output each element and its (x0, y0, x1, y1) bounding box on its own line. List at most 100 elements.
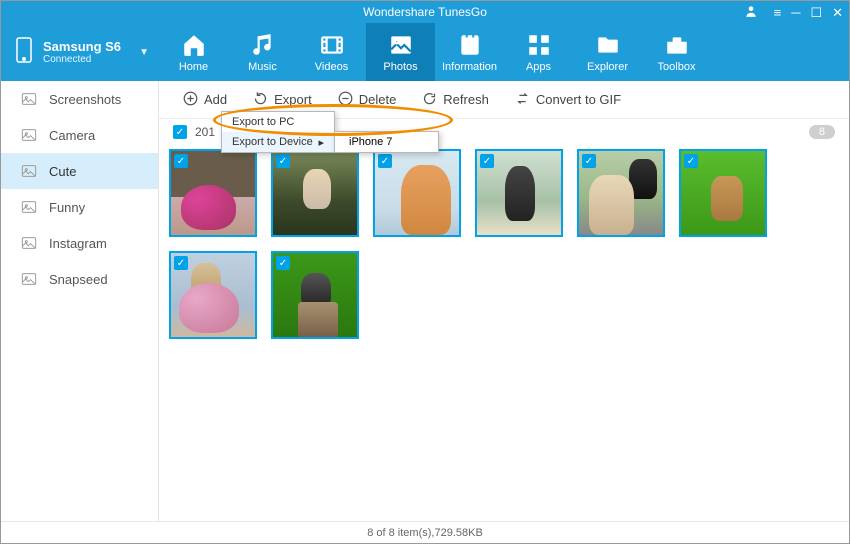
sidebar-item-label: Screenshots (49, 92, 121, 107)
export-target-iphone7[interactable]: iPhone 7 (335, 132, 438, 152)
close-button[interactable]: ✕ (832, 6, 843, 19)
maximize-button[interactable]: ☐ (810, 6, 822, 19)
export-device-label: Export to Device (232, 136, 313, 148)
nav-label: Toolbox (658, 61, 696, 73)
album-icon (21, 272, 37, 286)
sidebar-item-instagram[interactable]: Instagram (1, 225, 158, 261)
nav-apps[interactable]: Apps (504, 23, 573, 81)
export-to-pc-item[interactable]: Export to PC (222, 112, 334, 132)
minus-icon (338, 91, 353, 109)
toolbox-icon (664, 32, 690, 58)
nav-videos[interactable]: Videos (297, 23, 366, 81)
information-icon (457, 32, 483, 58)
refresh-label: Refresh (443, 92, 489, 107)
nav-label: Videos (315, 61, 348, 73)
thumbnail-checkbox[interactable]: ✓ (684, 154, 698, 168)
sidebar: Screenshots CameraCute Funny Instagram Snaps… (1, 81, 159, 521)
photo-thumbnail[interactable]: ✓ (169, 149, 257, 237)
sidebar-item-camera[interactable]: Camera (1, 117, 158, 153)
album-icon (21, 164, 37, 178)
thumbnail-checkbox[interactable]: ✓ (276, 256, 290, 270)
thumbnail-checkbox[interactable]: ✓ (174, 154, 188, 168)
status-text: 8 of 8 item(s),729.58KB (367, 527, 483, 539)
delete-button[interactable]: Delete (328, 87, 407, 113)
convert-label: Convert to GIF (536, 92, 621, 107)
export-device-submenu: iPhone 7 (334, 131, 439, 153)
user-icon[interactable] (744, 4, 758, 20)
thumbnail-checkbox[interactable]: ✓ (582, 154, 596, 168)
convert-icon (515, 91, 530, 109)
nav-tabs: Home Music Videos Photos Information Apps Expl… (159, 23, 711, 81)
photo-thumbnail[interactable]: ✓ (679, 149, 767, 237)
app-title: Wondershare TunesGo (363, 5, 487, 19)
photo-thumbnail[interactable]: ✓ (271, 149, 359, 237)
album-icon (21, 92, 37, 106)
export-label: Export (274, 92, 312, 107)
photo-thumbnail[interactable]: ✓ (577, 149, 665, 237)
nav-label: Explorer (587, 61, 628, 73)
group-year: 201 (195, 125, 215, 139)
delete-label: Delete (359, 92, 397, 107)
thumbnail-checkbox[interactable]: ✓ (480, 154, 494, 168)
photo-thumbnail[interactable]: ✓ (169, 251, 257, 339)
album-icon (21, 236, 37, 250)
titlebar: Wondershare TunesGo ≡ ─ ☐ ✕ (1, 1, 849, 23)
add-button[interactable]: Add (173, 87, 237, 113)
chevron-right-icon: ▸ (318, 136, 324, 149)
explorer-icon (595, 32, 621, 58)
refresh-button[interactable]: Refresh (412, 87, 499, 113)
nav-label: Information (442, 61, 497, 73)
group-count-badge: 8 (809, 125, 835, 139)
photo-thumbnail[interactable]: ✓ (373, 149, 461, 237)
thumbnail-checkbox[interactable]: ✓ (378, 154, 392, 168)
menu-icon[interactable]: ≡ (774, 6, 782, 19)
nav-home[interactable]: Home (159, 23, 228, 81)
sidebar-item-screenshots[interactable]: Screenshots (1, 81, 158, 117)
export-icon (253, 91, 268, 109)
export-button[interactable]: Export (243, 87, 322, 113)
export-target-label: iPhone 7 (349, 136, 392, 148)
thumbnail-checkbox[interactable]: ✓ (174, 256, 188, 270)
apps-icon (526, 32, 552, 58)
sidebar-item-funny[interactable]: Funny (1, 189, 158, 225)
content-area: Add Export Delete Refresh Convert to GIF… (159, 81, 849, 521)
nav-label: Home (179, 61, 208, 73)
album-icon (21, 128, 37, 142)
album-icon (21, 200, 37, 214)
window-controls: ≡ ─ ☐ ✕ (744, 4, 843, 20)
thumbnail-checkbox[interactable]: ✓ (276, 154, 290, 168)
sidebar-item-label: Funny (49, 200, 85, 215)
phone-icon (15, 36, 33, 69)
export-to-device-item[interactable]: Export to Device ▸ (222, 132, 334, 152)
chevron-down-icon: ▼ (139, 47, 149, 58)
nav-label: Music (248, 61, 277, 73)
device-dropdown[interactable]: Samsung S6 Connected ▼ (1, 23, 159, 81)
minimize-button[interactable]: ─ (791, 6, 800, 19)
sidebar-item-snapseed[interactable]: Snapseed (1, 261, 158, 297)
select-all-checkbox[interactable]: ✓ (173, 125, 187, 139)
nav-toolbox[interactable]: Toolbox (642, 23, 711, 81)
top-nav: Samsung S6 Connected ▼ Home Music Videos Ph… (1, 23, 849, 81)
nav-label: Apps (526, 61, 551, 73)
videos-icon (319, 32, 345, 58)
photos-icon (388, 32, 414, 58)
device-status: Connected (43, 54, 139, 65)
plus-icon (183, 91, 198, 109)
sidebar-item-cute[interactable]: Cute (1, 153, 158, 189)
add-label: Add (204, 92, 227, 107)
nav-music[interactable]: Music (228, 23, 297, 81)
photo-thumbnail[interactable]: ✓ (475, 149, 563, 237)
nav-photos[interactable]: Photos (366, 23, 435, 81)
convert-to-gif-button[interactable]: Convert to GIF (505, 87, 631, 113)
export-pc-label: Export to PC (232, 116, 294, 128)
sidebar-item-label: Instagram (49, 236, 107, 251)
status-bar: 8 of 8 item(s),729.58KB (1, 521, 849, 543)
refresh-icon (422, 91, 437, 109)
thumbnail-grid: ✓ ✓ ✓ ✓ ✓ ✓ ✓ ✓ (159, 145, 849, 343)
photo-thumbnail[interactable]: ✓ (271, 251, 359, 339)
nav-information[interactable]: Information (435, 23, 504, 81)
device-names: Samsung S6 Connected (43, 39, 139, 65)
music-icon (250, 32, 276, 58)
nav-explorer[interactable]: Explorer (573, 23, 642, 81)
device-name: Samsung S6 (43, 39, 139, 54)
